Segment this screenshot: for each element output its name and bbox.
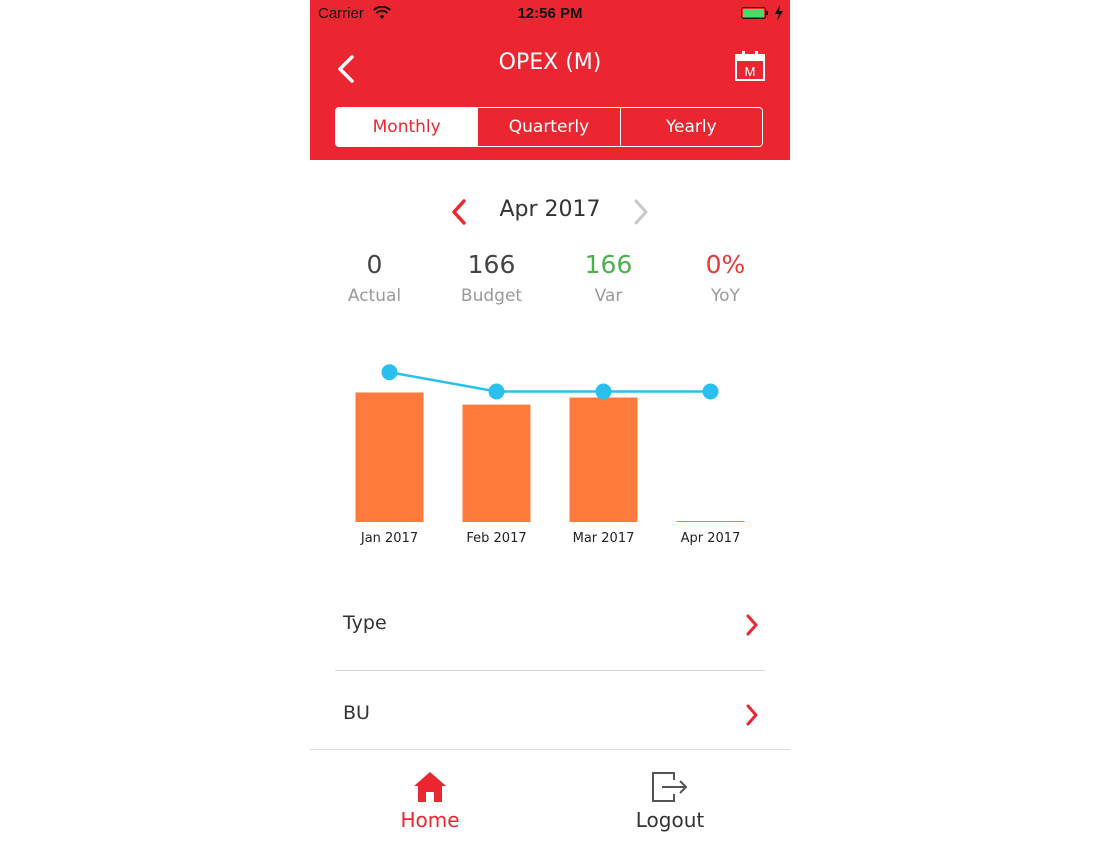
tab-yearly[interactable]: Yearly xyxy=(619,108,762,146)
calendar-icon[interactable]: M xyxy=(734,50,766,82)
chart-point xyxy=(595,383,612,400)
chart-point xyxy=(381,364,398,381)
chart-bar xyxy=(355,392,424,522)
app-screen: Carrier 12:56 PM OPEX (M) M Monthly Quar… xyxy=(310,0,790,850)
page-title: OPEX (M) xyxy=(498,50,602,75)
stat-actual-value: 0 xyxy=(366,250,383,279)
chart-bar xyxy=(462,404,531,522)
stat-actual: 0 Actual xyxy=(316,248,433,306)
list-item-label: Type xyxy=(343,612,387,634)
tab-quarterly[interactable]: Quarterly xyxy=(477,108,619,146)
chart-point xyxy=(488,383,505,400)
stat-var-label: Var xyxy=(594,286,623,306)
stat-var-value: 166 xyxy=(584,250,633,279)
tabbar-divider xyxy=(310,749,790,750)
period-segmented-control: Monthly Quarterly Yearly xyxy=(335,107,763,147)
stat-yoy-label: YoY xyxy=(711,286,740,306)
next-period-icon[interactable] xyxy=(630,198,652,226)
chart-x-tick-label: Mar 2017 xyxy=(573,531,635,546)
period-navigator: Apr 2017 xyxy=(310,190,790,234)
chart-point xyxy=(702,383,719,400)
tab-logout-label: Logout xyxy=(635,808,705,832)
status-time: 12:56 PM xyxy=(517,5,583,22)
list-item-label: BU xyxy=(343,702,370,724)
current-period-label: Apr 2017 xyxy=(499,197,601,222)
list-item-type[interactable]: Type xyxy=(335,590,765,671)
stat-yoy: 0% YoY xyxy=(667,248,784,306)
tab-logout[interactable]: Logout xyxy=(590,770,750,832)
battery-icon xyxy=(741,7,768,19)
logout-icon xyxy=(652,772,688,802)
opex-chart: Jan 2017 Feb 2017 Mar 2017 Apr 2017 xyxy=(355,364,745,546)
chart-bar xyxy=(569,397,638,522)
chevron-right-icon xyxy=(746,614,758,636)
stat-actual-label: Actual xyxy=(347,286,402,306)
list-item-bu[interactable]: BU xyxy=(335,680,765,750)
stat-var: 166 Var xyxy=(550,248,667,306)
chart-bar xyxy=(676,521,745,522)
tab-home[interactable]: Home xyxy=(350,770,510,832)
home-icon xyxy=(414,772,446,802)
chart-line xyxy=(389,371,711,393)
chart-x-tick-label: Apr 2017 xyxy=(681,531,741,546)
tab-monthly[interactable]: Monthly xyxy=(336,108,478,146)
stat-budget: 166 Budget xyxy=(433,248,550,306)
chart-x-tick-label: Feb 2017 xyxy=(466,531,526,546)
calendar-letter: M xyxy=(745,64,756,79)
charging-icon xyxy=(775,5,783,21)
chevron-right-icon xyxy=(746,704,758,726)
stat-yoy-value: 0% xyxy=(705,250,746,279)
stat-budget-label: Budget xyxy=(460,286,523,306)
chart-x-tick-label: Jan 2017 xyxy=(360,531,418,546)
stat-budget-value: 166 xyxy=(467,250,516,279)
tab-home-label: Home xyxy=(400,808,460,832)
header-bar: Carrier 12:56 PM OPEX (M) M Monthly Quar… xyxy=(310,0,790,160)
